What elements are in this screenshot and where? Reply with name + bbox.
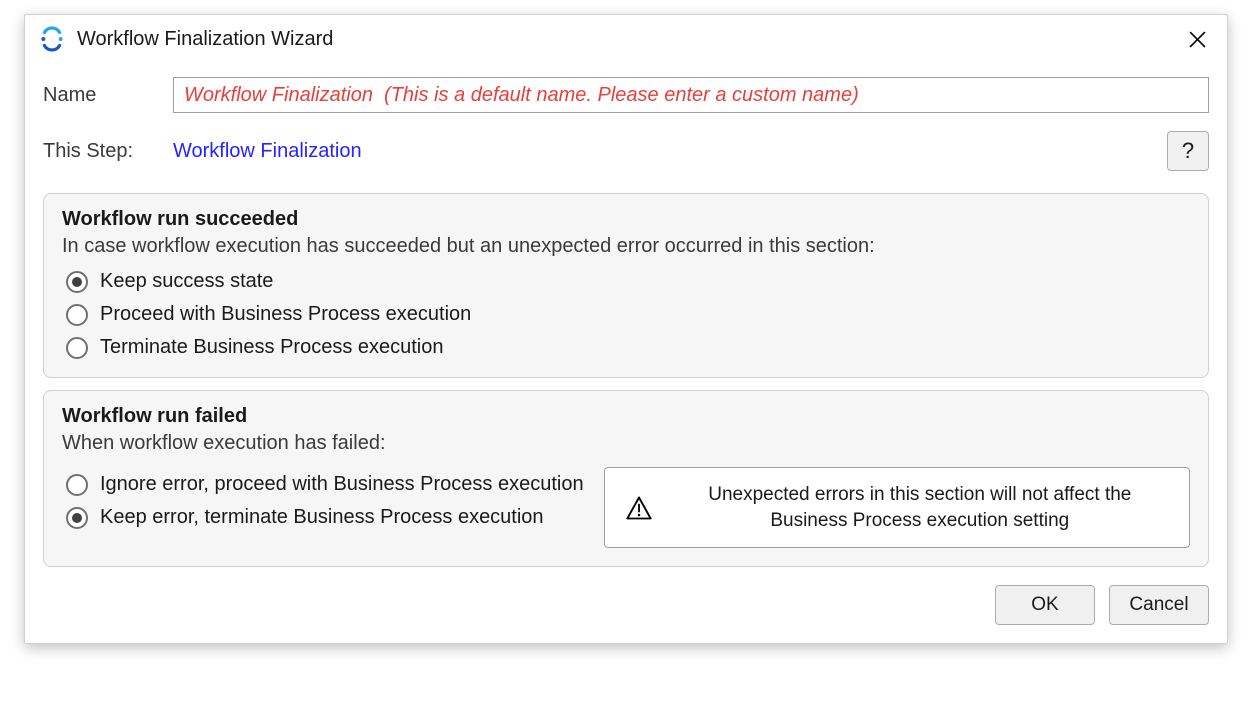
cancel-button[interactable]: Cancel — [1109, 585, 1209, 625]
radio-label: Keep error, terminate Business Process e… — [100, 506, 544, 529]
radio-dot-icon — [66, 271, 88, 293]
group-failed-title: Workflow run failed — [62, 405, 1190, 428]
group-failed-desc: When workflow execution has failed: — [62, 432, 1190, 455]
radio-dot-icon — [66, 337, 88, 359]
radio-dot-icon — [66, 304, 88, 326]
step-label: This Step: — [43, 140, 173, 163]
ok-button[interactable]: OK — [995, 585, 1095, 625]
button-label: OK — [1031, 594, 1058, 616]
radio-proceed-execution[interactable]: Proceed with Business Process execution — [66, 303, 1190, 326]
header-section: Name This Step: Workflow Finalization ? — [25, 63, 1227, 181]
succeeded-options: Keep success state Proceed with Business… — [66, 270, 1190, 359]
radio-terminate-execution[interactable]: Terminate Business Process execution — [66, 336, 1190, 359]
button-label: Cancel — [1129, 594, 1188, 616]
group-failed: Workflow run failed When workflow execut… — [43, 390, 1209, 567]
step-row: This Step: Workflow Finalization ? — [43, 131, 1209, 171]
step-value: Workflow Finalization — [173, 140, 1167, 163]
name-label: Name — [43, 84, 173, 107]
radio-label: Terminate Business Process execution — [100, 336, 444, 359]
group-succeeded-title: Workflow run succeeded — [62, 208, 1190, 231]
info-box: Unexpected errors in this section will n… — [604, 467, 1190, 548]
app-icon — [39, 26, 65, 52]
info-text: Unexpected errors in this section will n… — [671, 482, 1169, 533]
footer: OK Cancel — [25, 567, 1227, 643]
radio-ignore-error[interactable]: Ignore error, proceed with Business Proc… — [66, 473, 584, 496]
radio-dot-icon — [66, 474, 88, 496]
radio-keep-error[interactable]: Keep error, terminate Business Process e… — [66, 506, 584, 529]
failed-options: Ignore error, proceed with Business Proc… — [62, 467, 584, 548]
group-succeeded-desc: In case workflow execution has succeeded… — [62, 235, 1190, 258]
radio-label: Ignore error, proceed with Business Proc… — [100, 473, 584, 496]
dialog-title: Workflow Finalization Wizard — [77, 28, 1177, 51]
help-button[interactable]: ? — [1167, 131, 1209, 171]
radio-keep-success[interactable]: Keep success state — [66, 270, 1190, 293]
close-icon — [1189, 31, 1206, 48]
warning-icon — [625, 494, 653, 522]
name-row: Name — [43, 77, 1209, 113]
radio-label: Keep success state — [100, 270, 273, 293]
title-bar: Workflow Finalization Wizard — [25, 15, 1227, 63]
radio-label: Proceed with Business Process execution — [100, 303, 471, 326]
name-input[interactable] — [173, 77, 1209, 113]
close-button[interactable] — [1177, 19, 1217, 59]
help-icon: ? — [1182, 138, 1194, 164]
radio-dot-icon — [66, 507, 88, 529]
dialog-frame: Workflow Finalization Wizard Name This S… — [24, 14, 1228, 644]
group-succeeded: Workflow run succeeded In case workflow … — [43, 193, 1209, 378]
